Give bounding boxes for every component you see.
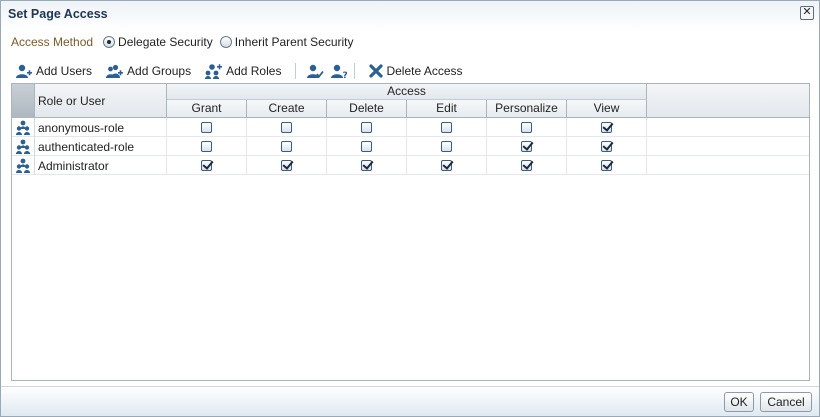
column-header-role[interactable]: Role or User	[35, 84, 167, 118]
cell-view	[567, 118, 647, 137]
column-header-grant[interactable]: Grant	[167, 100, 247, 118]
access-method-group: Access Method Delegate Security Inherit …	[11, 34, 361, 50]
edit-checkbox[interactable]	[441, 122, 452, 133]
column-header-delete[interactable]: Delete	[327, 100, 407, 118]
column-header-edit[interactable]: Edit	[407, 100, 487, 118]
role-icon	[12, 137, 35, 156]
create-checkbox[interactable]	[281, 141, 292, 152]
table-row[interactable]: anonymous-role	[12, 118, 809, 137]
role-name: Administrator	[35, 156, 167, 175]
user-check-icon	[307, 64, 325, 78]
add-groups-button[interactable]: Add Groups	[106, 63, 191, 79]
cell-grant	[167, 156, 247, 175]
role-name: authenticated-role	[35, 137, 167, 156]
dialog-title: Set Page Access	[8, 7, 108, 21]
access-method-label: Access Method	[11, 35, 94, 49]
view-checkbox[interactable]	[601, 160, 612, 171]
add-users-button[interactable]: Add Users	[15, 63, 92, 79]
cell-delete	[327, 137, 407, 156]
cell-create	[247, 137, 327, 156]
cell-edit	[407, 156, 487, 175]
add-roles-button[interactable]: Add Roles	[205, 63, 281, 79]
cell-create	[247, 118, 327, 137]
column-group-access: Access	[167, 84, 647, 100]
add-roles-label: Add Roles	[226, 64, 282, 78]
footer-divider	[1, 386, 819, 387]
cell-delete	[327, 156, 407, 175]
column-header-view[interactable]: View	[567, 100, 647, 118]
check-user-button[interactable]	[306, 63, 325, 79]
cell-personalize	[487, 118, 567, 137]
cell-edit	[407, 137, 487, 156]
set-page-access-dialog: Set Page Access ✕ Access Method Delegate…	[0, 0, 820, 417]
personalize-checkbox[interactable]	[521, 160, 532, 171]
delegate-security-radio[interactable]	[103, 36, 116, 48]
close-icon[interactable]: ✕	[800, 6, 814, 20]
inherit-parent-security-label[interactable]: Inherit Parent Security	[235, 35, 354, 49]
delete-access-button[interactable]: Delete Access	[369, 64, 463, 78]
add-group-icon	[106, 64, 124, 78]
personalize-checkbox[interactable]	[521, 122, 532, 133]
column-header-personalize[interactable]: Personalize	[487, 100, 567, 118]
inherit-parent-security-radio[interactable]	[219, 36, 232, 48]
cell-view	[567, 156, 647, 175]
delete-access-label: Delete Access	[386, 64, 463, 78]
toolbar: Add Users Add Groups Add Roles ? Delete …	[15, 61, 477, 81]
header-filler	[647, 84, 809, 118]
add-user-icon	[16, 64, 32, 78]
delete-checkbox[interactable]	[361, 122, 372, 133]
create-checkbox[interactable]	[281, 160, 292, 171]
cell-create	[247, 156, 327, 175]
table-row[interactable]: Administrator	[12, 156, 809, 175]
cell-grant	[167, 118, 247, 137]
cell-delete	[327, 118, 407, 137]
add-users-label: Add Users	[36, 64, 93, 78]
delete-checkbox[interactable]	[361, 160, 372, 171]
add-role-icon	[205, 64, 223, 79]
grant-checkbox[interactable]	[201, 122, 212, 133]
table-row[interactable]: authenticated-role	[12, 137, 809, 156]
ok-button[interactable]: OK	[724, 392, 754, 412]
cancel-button[interactable]: Cancel	[760, 392, 812, 412]
edit-checkbox[interactable]	[441, 141, 452, 152]
add-groups-label: Add Groups	[127, 64, 192, 78]
query-user-button[interactable]: ?	[330, 63, 348, 79]
user-question-icon: ?	[331, 64, 348, 79]
cell-edit	[407, 118, 487, 137]
view-checkbox[interactable]	[601, 122, 612, 133]
toolbar-separator-2	[354, 63, 356, 79]
edit-checkbox[interactable]	[441, 160, 452, 171]
cell-view	[567, 137, 647, 156]
cell-personalize	[487, 137, 567, 156]
role-name: anonymous-role	[35, 118, 167, 137]
delete-x-icon	[369, 64, 384, 78]
row-header-corner	[12, 84, 35, 118]
delegate-security-label[interactable]: Delegate Security	[118, 35, 213, 49]
access-table: Role or User Access Grant Create Delete …	[11, 83, 810, 381]
cell-grant	[167, 137, 247, 156]
grant-checkbox[interactable]	[201, 160, 212, 171]
view-checkbox[interactable]	[601, 141, 612, 152]
grant-checkbox[interactable]	[201, 141, 212, 152]
role-icon	[12, 118, 35, 137]
column-header-create[interactable]: Create	[247, 100, 327, 118]
toolbar-separator	[295, 63, 297, 79]
svg-text:?: ?	[343, 71, 348, 79]
personalize-checkbox[interactable]	[521, 141, 532, 152]
cell-personalize	[487, 156, 567, 175]
dialog-titlebar: Set Page Access ✕	[1, 1, 819, 27]
role-icon	[12, 156, 35, 175]
create-checkbox[interactable]	[281, 122, 292, 133]
delete-checkbox[interactable]	[361, 141, 372, 152]
